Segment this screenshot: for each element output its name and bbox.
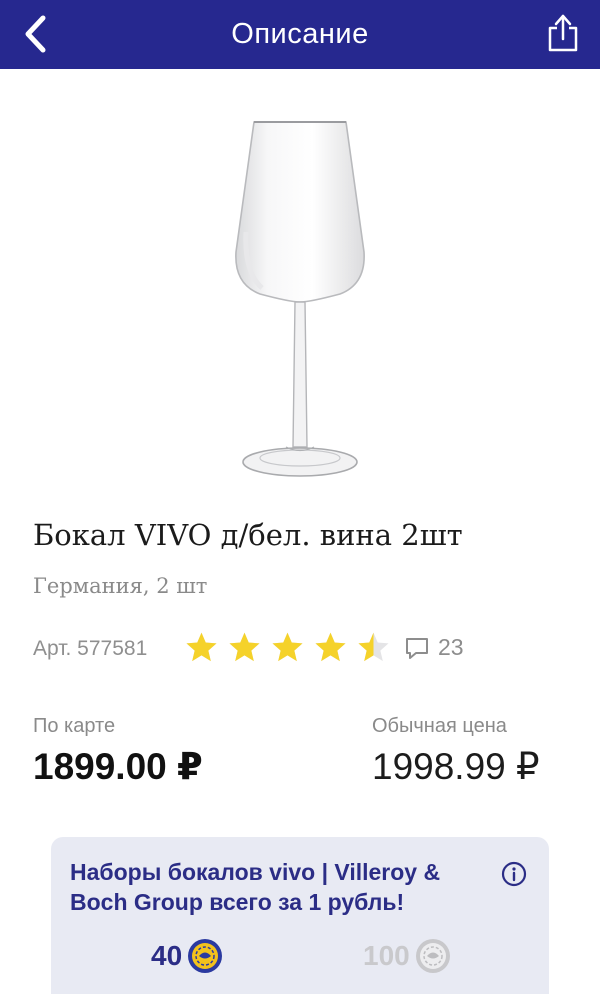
chevron-left-icon (25, 15, 46, 53)
card-price-label: По карте (33, 715, 116, 737)
product-origin-quantity: Германия, 2 шт (33, 574, 208, 598)
coin-icon (188, 939, 223, 973)
info-icon[interactable] (501, 861, 527, 887)
comment-icon (406, 637, 428, 659)
promo-text: Наборы бокалов vivo | Villeroy & Boch Gr… (70, 859, 441, 915)
reviews-count: 23 (438, 634, 464, 660)
star-icon (229, 632, 260, 662)
star-icon (358, 632, 389, 662)
reviews-link[interactable]: 23 (404, 634, 464, 661)
points-option-active[interactable]: 40 (151, 937, 224, 975)
back-button[interactable] (14, 12, 58, 56)
top-app-bar: Описание (0, 0, 600, 69)
points-active-value: 40 (151, 940, 183, 971)
star-icon (315, 632, 346, 662)
star-icon (186, 632, 217, 662)
product-image[interactable] (200, 112, 400, 482)
article-number: Арт. 577581 (33, 637, 148, 660)
regular-price-label: Обычная цена (372, 715, 507, 737)
share-button[interactable] (540, 10, 586, 56)
coin-icon (415, 939, 450, 973)
regular-price: 1998.99 ₽ (372, 746, 540, 787)
promo-banner[interactable]: Наборы бокалов vivo | Villeroy & Boch Gr… (51, 837, 549, 994)
points-inactive-value: 100 (363, 940, 410, 971)
points-option-inactive[interactable]: 100 (363, 937, 452, 975)
page-title: Описание (231, 18, 369, 50)
share-icon (548, 14, 578, 52)
product-name: Бокал VIVO д/бел. вина 2шт (33, 518, 463, 552)
rating-stars[interactable] (184, 630, 391, 665)
star-icon (272, 632, 303, 662)
card-price: 1899.00 ₽ (33, 746, 203, 787)
